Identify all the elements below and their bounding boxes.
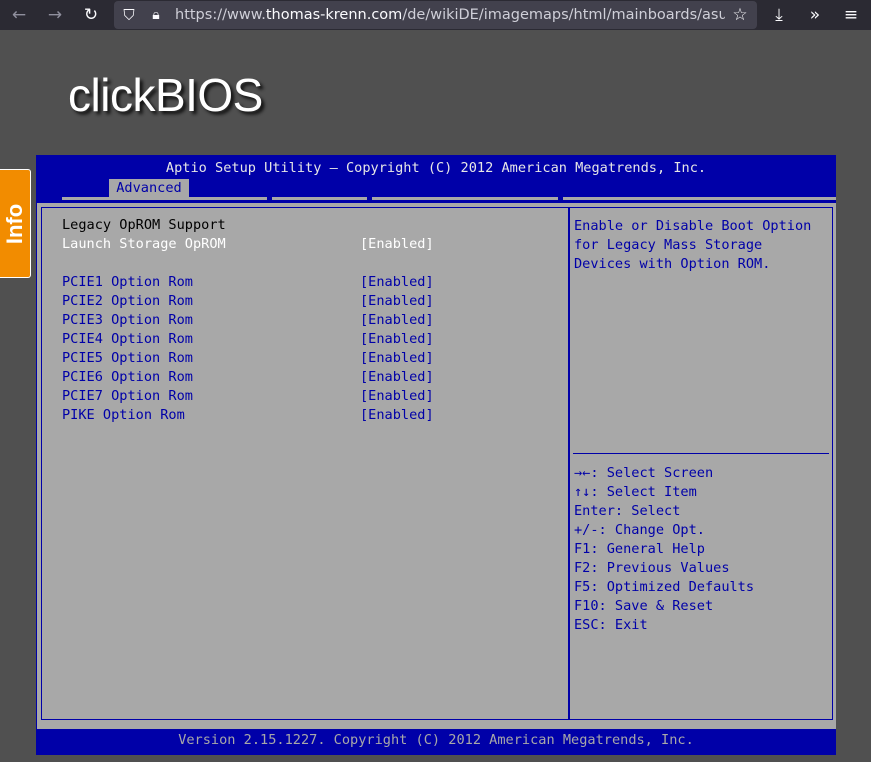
setting-label-launch-storage[interactable]: Launch Storage OpROM <box>62 235 226 254</box>
setting-value-pcie7[interactable]: [Enabled] <box>360 387 434 406</box>
help-divider <box>573 453 829 454</box>
brand-title: clickBIOS <box>68 69 263 121</box>
info-tab-label: Info <box>2 203 28 244</box>
help-line: for Legacy Mass Storage <box>574 237 763 253</box>
browser-toolbar: ← → ↻ ⛉ 🔒︎ https://www.thomas-krenn.com/… <box>0 0 871 30</box>
setting-value-pcie1[interactable]: [Enabled] <box>360 273 434 292</box>
downloads-icon[interactable]: ⤓ <box>768 4 790 26</box>
setting-value-pcie5[interactable]: [Enabled] <box>360 349 434 368</box>
lock-icon[interactable]: 🔒︎ <box>145 4 167 26</box>
back-arrow-icon[interactable]: ← <box>8 4 30 26</box>
help-line: Enable or Disable Boot Option <box>574 218 812 234</box>
bookmark-star-icon[interactable]: ☆ <box>729 4 751 26</box>
key-help-save-reset: F10: Save & Reset <box>574 598 714 614</box>
section-heading: Legacy OpROM Support <box>62 217 226 233</box>
bios-title: Aptio Setup Utility – Copyright (C) 2012… <box>165 160 707 176</box>
help-panel: Enable or Disable Boot Option for Legacy… <box>568 207 833 720</box>
key-help-optimized-defaults: F5: Optimized Defaults <box>574 579 755 595</box>
key-help-select-screen: →←: Select Screen <box>574 465 714 481</box>
tab-advanced[interactable]: Advanced <box>109 179 189 198</box>
setting-label-pcie3[interactable]: PCIE3 Option Rom <box>62 311 193 330</box>
help-text: Enable or Disable Boot Option for Legacy… <box>574 217 830 274</box>
settings-panel: Legacy OpROM Support Launch Storage OpRO… <box>41 207 569 720</box>
shield-icon[interactable]: ⛉ <box>118 4 140 26</box>
setting-label-pike[interactable]: PIKE Option Rom <box>62 406 185 425</box>
setting-value-pcie6[interactable]: [Enabled] <box>360 368 434 387</box>
setting-value-pcie2[interactable]: [Enabled] <box>360 292 434 311</box>
setting-label-pcie7[interactable]: PCIE7 Option Rom <box>62 387 193 406</box>
bios-screen: Aptio Setup Utility – Copyright (C) 2012… <box>36 155 836 755</box>
key-help-general-help: F1: General Help <box>574 541 705 557</box>
setting-label-pcie5[interactable]: PCIE5 Option Rom <box>62 349 193 368</box>
reload-icon[interactable]: ↻ <box>80 4 102 26</box>
url-bar[interactable]: ⛉ 🔒︎ https://www.thomas-krenn.com/de/wik… <box>114 1 757 29</box>
setting-value-pcie3[interactable]: [Enabled] <box>360 311 434 330</box>
overflow-chevrons-icon[interactable]: » <box>804 4 826 26</box>
key-help-previous-values: F2: Previous Values <box>574 560 730 576</box>
url-text[interactable]: https://www.thomas-krenn.com/de/wikiDE/i… <box>175 1 725 29</box>
key-help-exit: ESC: Exit <box>574 617 648 633</box>
setting-value-launch-storage[interactable]: [Enabled] <box>360 235 434 254</box>
setting-label-pcie6[interactable]: PCIE6 Option Rom <box>62 368 193 387</box>
key-help-enter: Enter: Select <box>574 503 681 519</box>
help-line: Devices with Option ROM. <box>574 256 771 272</box>
bios-footer: Version 2.15.1227. Copyright (C) 2012 Am… <box>36 729 836 751</box>
key-help-list: →←: Select Screen ↑↓: Select Item Enter:… <box>574 464 754 635</box>
setting-label-pcie1[interactable]: PCIE1 Option Rom <box>62 273 193 292</box>
setting-value-pcie4[interactable]: [Enabled] <box>360 330 434 349</box>
key-help-select-item: ↑↓: Select Item <box>574 484 697 500</box>
key-help-change-opt: +/-: Change Opt. <box>574 522 705 538</box>
menu-icon[interactable]: ≡ <box>840 4 862 26</box>
forward-arrow-icon[interactable]: → <box>44 4 66 26</box>
info-tab[interactable]: Info <box>0 169 31 278</box>
setting-label-pcie4[interactable]: PCIE4 Option Rom <box>62 330 193 349</box>
setting-label-pcie2[interactable]: PCIE2 Option Rom <box>62 292 193 311</box>
bios-body: Legacy OpROM Support Launch Storage OpRO… <box>37 203 836 729</box>
setting-value-pike[interactable]: [Enabled] <box>360 406 434 425</box>
